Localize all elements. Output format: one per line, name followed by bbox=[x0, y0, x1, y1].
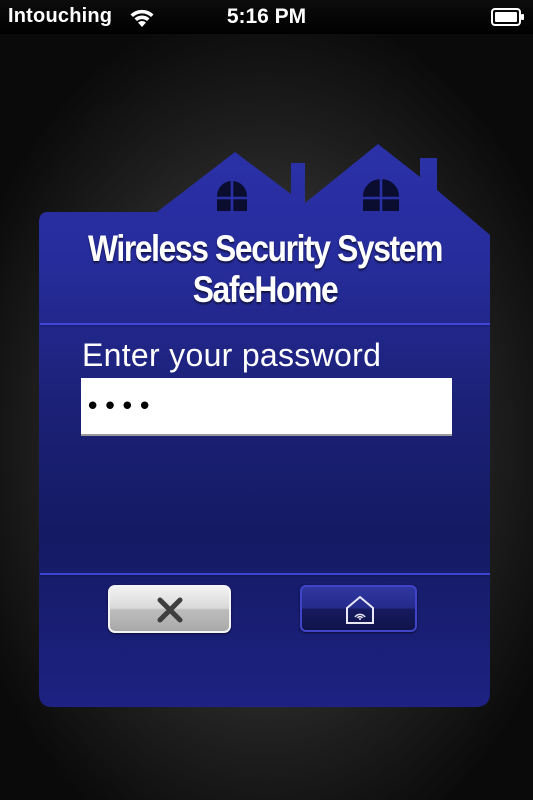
app-screen: Intouching 5:16 PM Wireless Security Sys… bbox=[0, 0, 533, 800]
attic-window-left bbox=[217, 181, 247, 211]
close-icon bbox=[157, 597, 183, 623]
cancel-button[interactable] bbox=[108, 585, 231, 633]
password-input[interactable] bbox=[81, 378, 452, 436]
app-title: Wireless Security System SafeHome bbox=[72, 228, 459, 310]
title-line-2: SafeHome bbox=[192, 269, 339, 310]
title-line-1: Wireless Security System bbox=[87, 228, 443, 269]
password-label: Enter your password bbox=[82, 337, 382, 373]
home-icon bbox=[346, 595, 374, 624]
home-button[interactable] bbox=[300, 585, 417, 632]
